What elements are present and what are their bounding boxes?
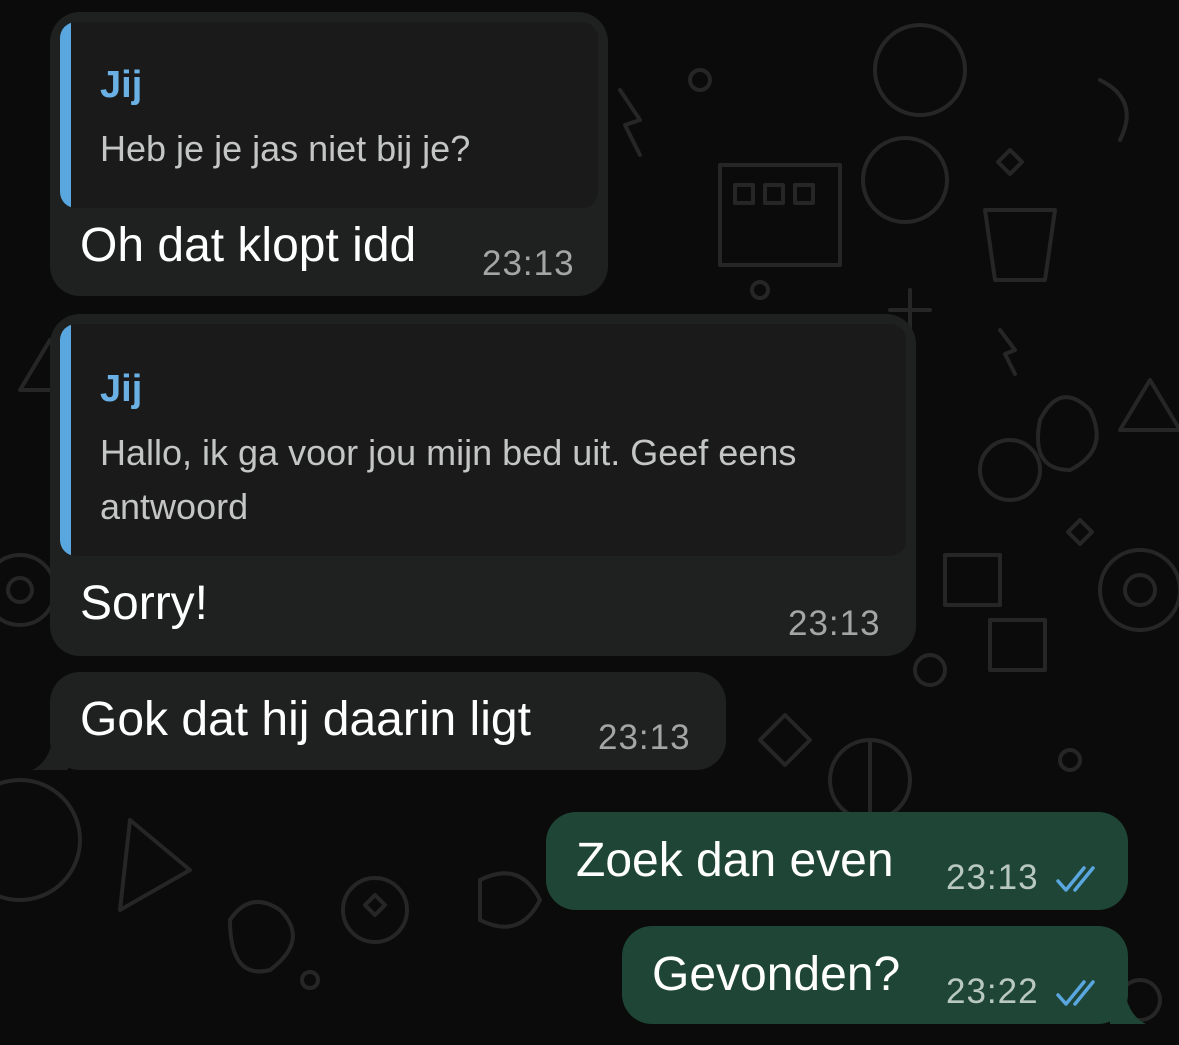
message-text: Oh dat klopt idd (80, 219, 417, 272)
message-text: Gok dat hij daarin ligt (80, 693, 531, 746)
reply-author: Jij (100, 368, 143, 410)
reply-author: Jij (100, 64, 143, 106)
reply-text-line-2: antwoord (100, 486, 249, 527)
message-bubble-outgoing[interactable]: Zoek dan even 23:13 (546, 812, 1128, 910)
message-bubble-incoming[interactable]: Gok dat hij daarin ligt 23:13 (50, 672, 726, 770)
reply-text-line-1: Hallo, ik ga voor jou mijn bed uit. Geef… (100, 432, 797, 473)
message-time: 23:22 (946, 972, 1039, 1011)
reply-text: Heb je je jas niet bij je? (100, 128, 471, 169)
message-text: Zoek dan even (576, 834, 894, 887)
double-check-read-icon (1056, 980, 1095, 1006)
reply-quote[interactable]: Jij Hallo, ik ga voor jou mijn bed uit. … (60, 324, 906, 556)
double-check-read-icon (1056, 866, 1095, 892)
message-text: Sorry! (80, 577, 209, 630)
reply-quote-bar (60, 324, 71, 556)
reply-quote[interactable]: Jij Heb je je jas niet bij je? (60, 22, 598, 208)
message-bubble-incoming[interactable]: Jij Heb je je jas niet bij je? Oh dat kl… (50, 12, 608, 296)
reply-quote-bar (60, 22, 71, 208)
message-time: 23:13 (482, 244, 575, 283)
message-time: 23:13 (598, 718, 691, 757)
message-text: Gevonden? (652, 948, 901, 1001)
message-bubble-outgoing[interactable]: Gevonden? 23:22 (622, 926, 1128, 1024)
message-bubble-incoming[interactable]: Jij Hallo, ik ga voor jou mijn bed uit. … (50, 314, 916, 656)
message-time: 23:13 (788, 604, 881, 643)
message-time: 23:13 (946, 858, 1039, 897)
